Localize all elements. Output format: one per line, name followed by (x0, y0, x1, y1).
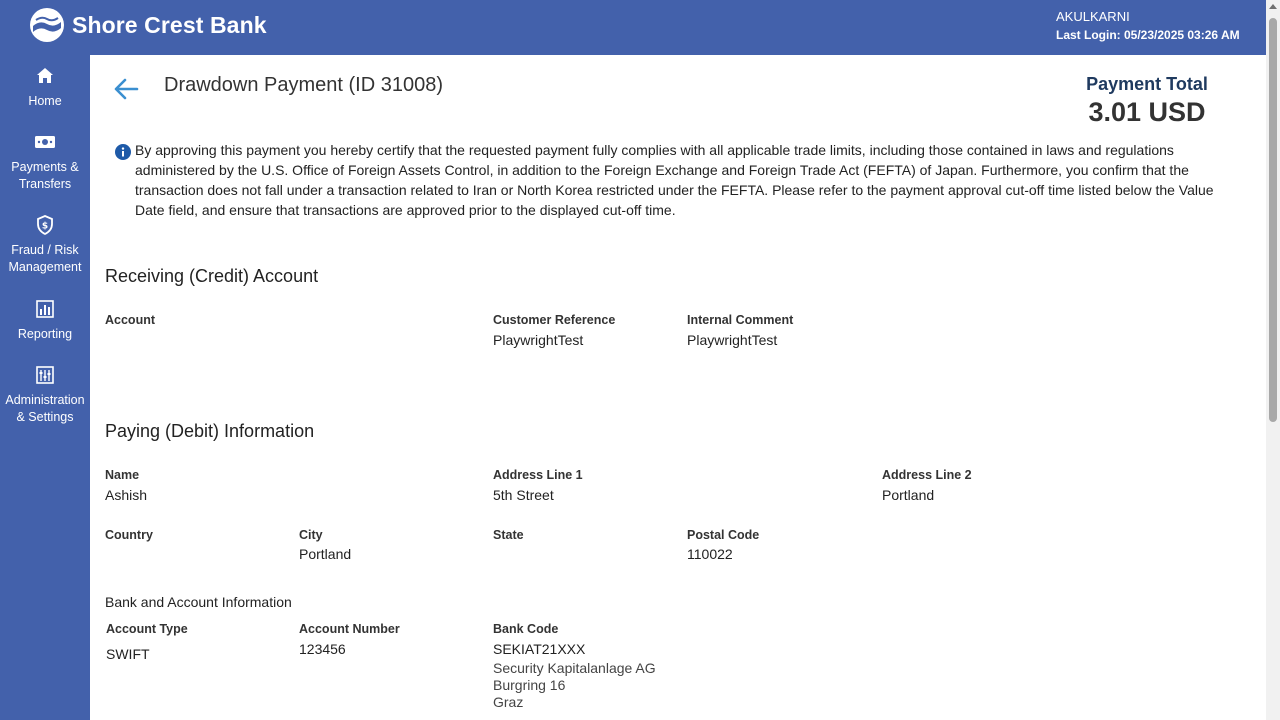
back-arrow-icon[interactable] (112, 75, 140, 103)
top-header: Shore Crest Bank AKULKARNI Last Login: 0… (0, 0, 1266, 55)
brand-name: Shore Crest Bank (72, 11, 267, 38)
vertical-scrollbar[interactable] (1266, 0, 1280, 720)
payments-icon (35, 136, 55, 148)
sidebar-item-label: Home (28, 94, 62, 108)
sidebar-item-label: Reporting (17, 327, 73, 341)
customer-reference-label: Customer Reference (493, 313, 616, 327)
user-info: AKULKARNI Last Login: 05/23/2025 03:26 A… (1056, 8, 1240, 44)
last-login: Last Login: 05/23/2025 03:26 AM (1056, 28, 1240, 42)
user-name[interactable]: AKULKARNI (1056, 8, 1240, 26)
sidebar-item-fraud-risk[interactable]: $ Fraud / Risk Management (0, 214, 90, 276)
bank-street: Burgring 16 (493, 677, 566, 693)
country-label: Country (105, 528, 153, 542)
postal-code-value: 110022 (687, 546, 733, 562)
name-label: Name (105, 468, 140, 482)
scroll-thumb[interactable] (1269, 18, 1277, 422)
receiving-section-title: Receiving (Credit) Account (105, 266, 319, 286)
bank-city: Graz (493, 694, 524, 710)
sidebar-nav: Home Payments & Transfers $ Fraud / Risk… (0, 55, 90, 720)
payment-total-value: 3.01 USD (1088, 97, 1206, 127)
customer-reference-value: PlaywrightTest (493, 332, 584, 348)
postal-code-label: Postal Code (687, 528, 760, 542)
account-number-value: 123456 (299, 641, 346, 657)
compliance-disclaimer: By approving this payment you hereby cer… (135, 142, 1214, 218)
sidebar-item-administration[interactable]: Administration & Settings (0, 364, 90, 426)
scroll-up-arrow-icon[interactable] (1269, 4, 1277, 9)
settings-sliders-icon (36, 366, 54, 384)
sidebar-item-reporting[interactable]: Reporting (0, 298, 90, 343)
payment-total-label: Payment Total (1086, 74, 1208, 94)
bank-info-title: Bank and Account Information (105, 594, 292, 610)
sidebar-item-label: Fraud / Risk Management (8, 243, 82, 274)
sidebar-item-label: Administration & Settings (5, 393, 85, 424)
bank-code-value: SEKIAT21XXX (493, 641, 586, 657)
bar-chart-icon (36, 300, 54, 318)
receiving-account-label: Account (105, 313, 155, 327)
address-line2-value: Portland (882, 487, 935, 503)
internal-comment-value: PlaywrightTest (687, 332, 778, 348)
bank-logo[interactable]: Shore Crest Bank (30, 8, 267, 42)
account-number-label: Account Number (299, 622, 400, 636)
bank-code-label: Bank Code (493, 622, 559, 636)
main-content: Drawdown Payment (ID 31008) Payment Tota… (90, 55, 1266, 720)
city-value: Portland (299, 546, 352, 562)
state-label: State (493, 528, 524, 542)
name-value: Ashish (105, 487, 148, 503)
logo-mark-icon (30, 8, 64, 42)
page-title: Drawdown Payment (ID 31008) (164, 74, 444, 96)
address-line2-label: Address Line 2 (882, 468, 972, 482)
shield-icon: $ (37, 215, 53, 236)
paying-section-title: Paying (Debit) Information (105, 421, 315, 441)
sidebar-item-home[interactable]: Home (0, 65, 90, 110)
info-icon (115, 144, 131, 160)
bank-name: Security Kapitalanlage AG (493, 660, 656, 676)
sidebar-item-payments[interactable]: Payments & Transfers (0, 131, 90, 193)
home-icon (37, 68, 53, 83)
internal-comment-label: Internal Comment (687, 313, 794, 327)
city-label: City (299, 528, 323, 542)
svg-text:$: $ (42, 222, 48, 232)
address-line1-label: Address Line 1 (493, 468, 583, 482)
sidebar-item-label: Payments & Transfers (11, 160, 79, 191)
account-type-value: SWIFT (106, 646, 150, 662)
address-line1-value: 5th Street (493, 487, 554, 503)
account-type-label: Account Type (106, 622, 188, 636)
